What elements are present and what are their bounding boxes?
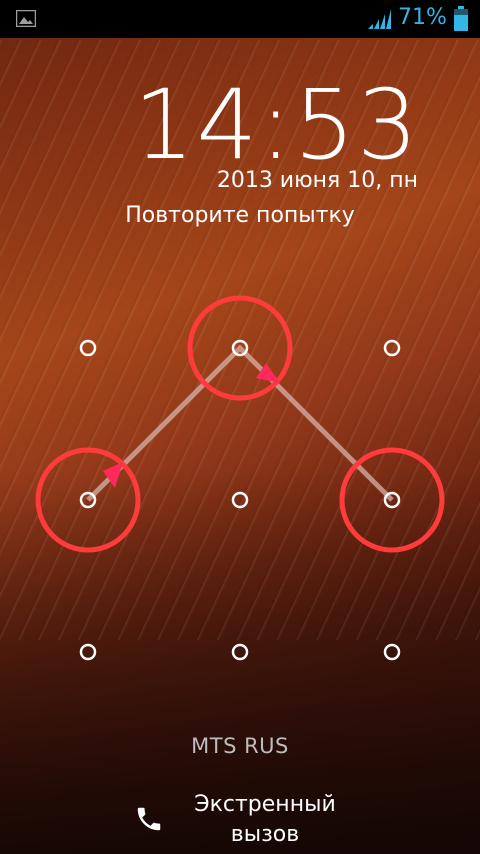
emergency-call-button[interactable]: Экстренный вызов: [130, 788, 370, 848]
pattern-dots[interactable]: [79, 339, 401, 661]
pattern-dot-2-0[interactable]: [79, 643, 97, 661]
emergency-call-label: Экстренный вызов: [180, 790, 350, 850]
emergency-call-label-line1: Экстренный: [194, 792, 336, 817]
pattern-dot-0-0[interactable]: [79, 339, 97, 357]
pattern-dot-1-1[interactable]: [231, 491, 249, 509]
phone-icon: [137, 807, 161, 831]
carrier-label: MTS RUS: [191, 734, 289, 758]
pattern-dot-2-2[interactable]: [383, 643, 401, 661]
pattern-dot-2-1[interactable]: [231, 643, 249, 661]
emergency-call-label-line2: вызов: [230, 822, 300, 847]
pattern-lock[interactable]: [0, 0, 480, 854]
pattern-dot-0-2[interactable]: [383, 339, 401, 357]
